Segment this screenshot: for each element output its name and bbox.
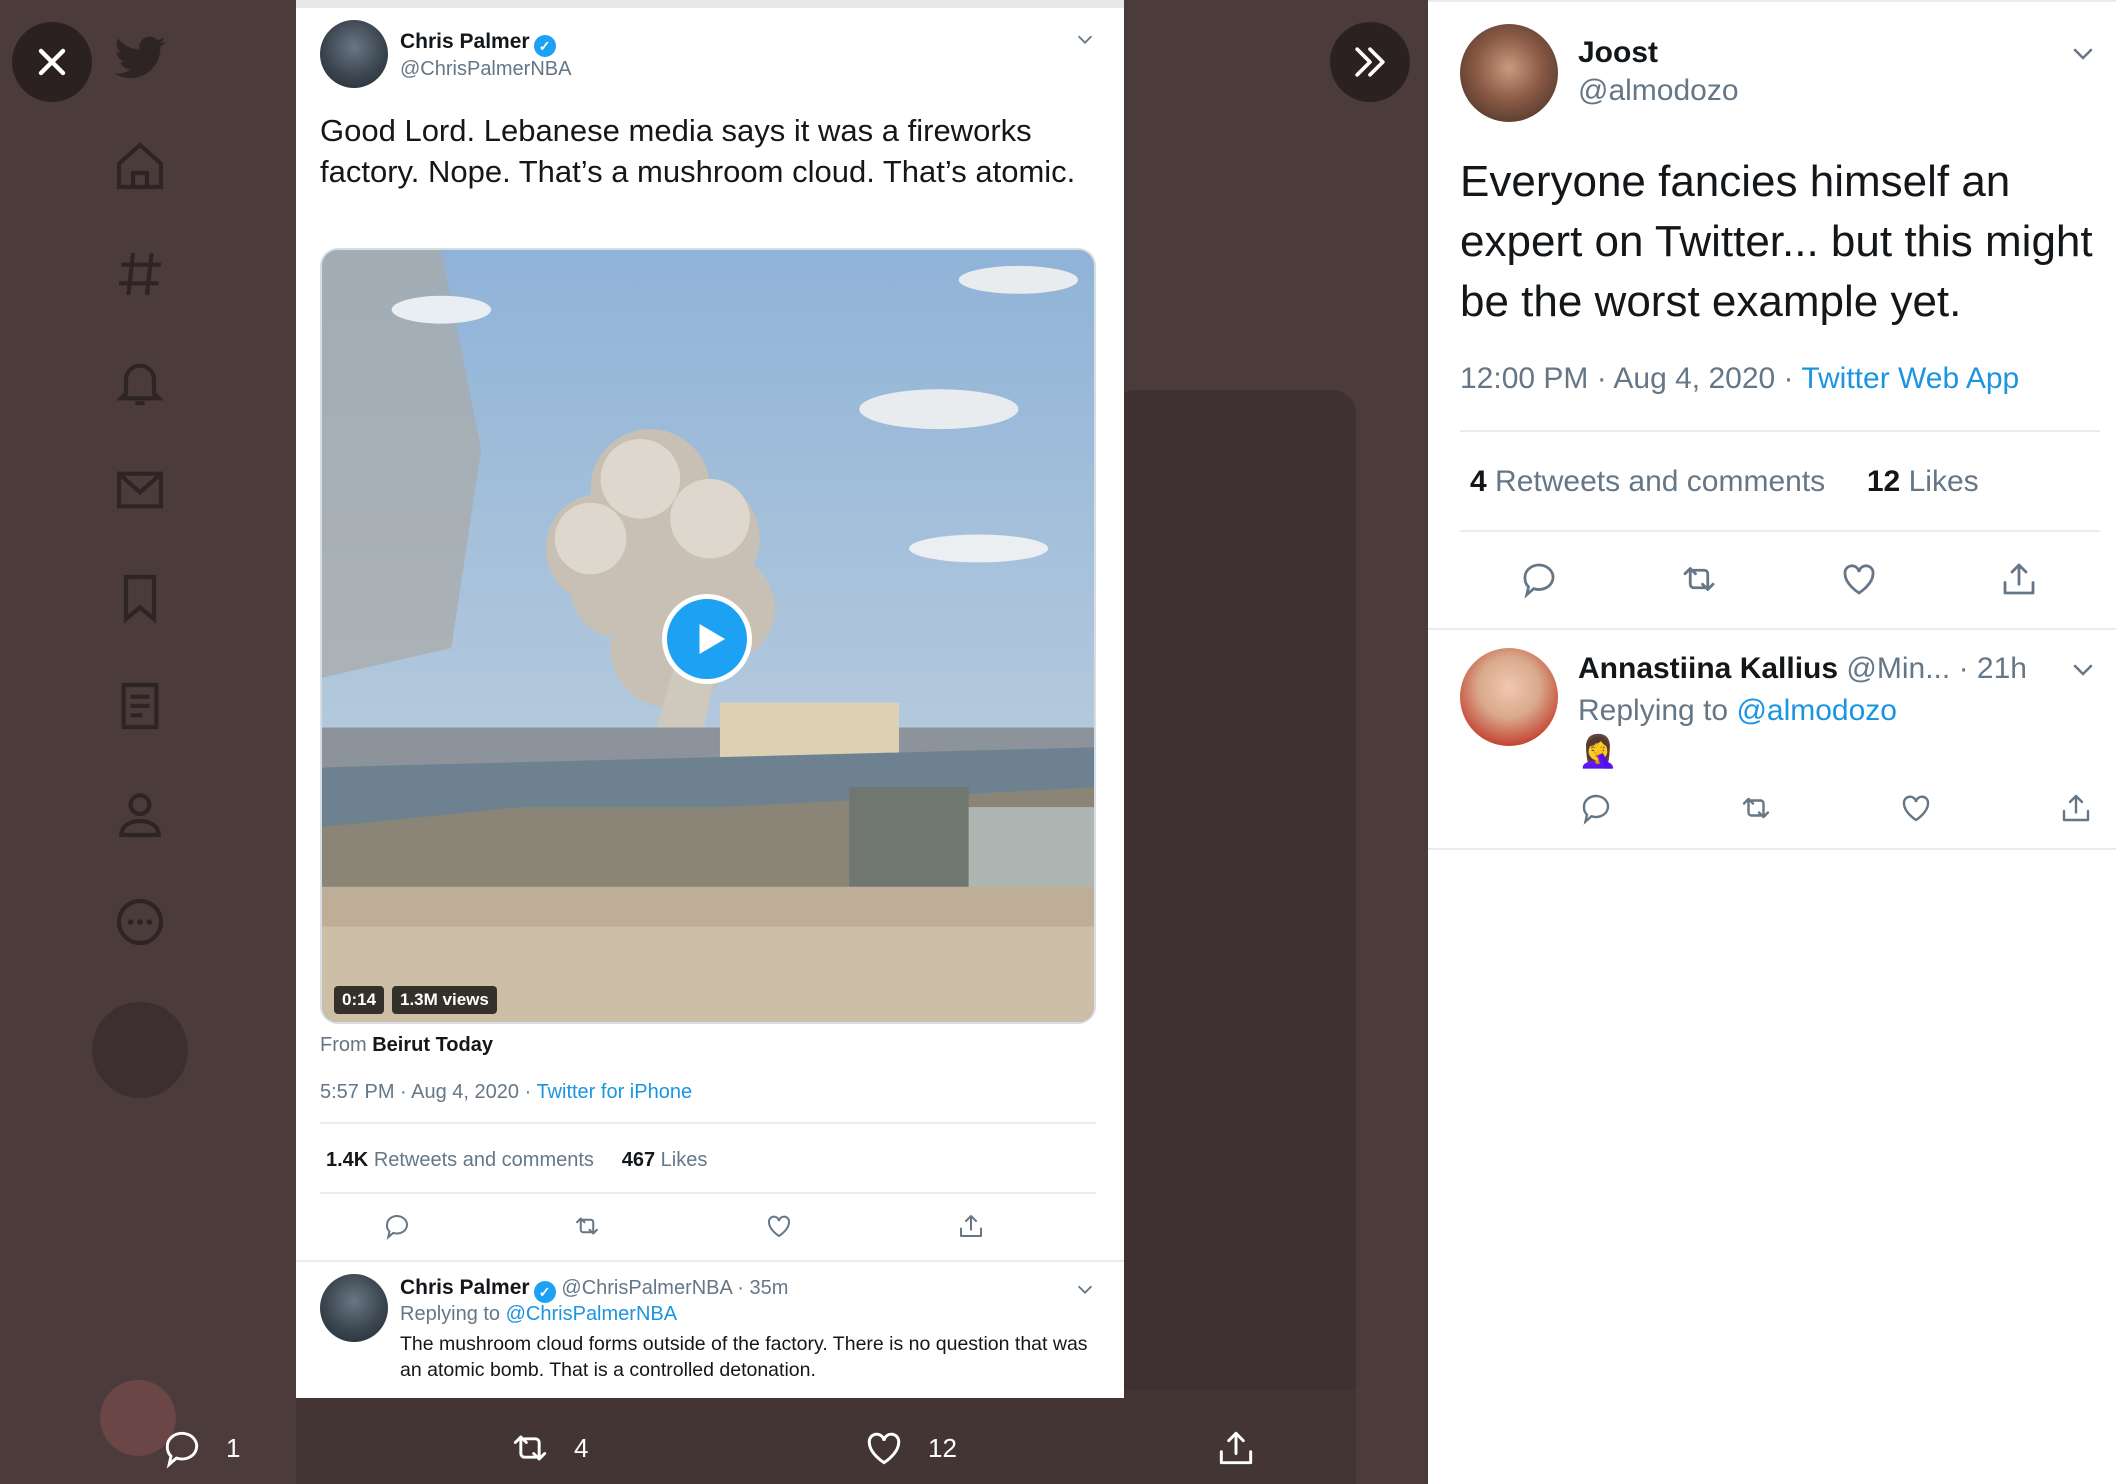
profile-icon bbox=[112, 786, 168, 842]
divider bbox=[296, 1260, 1124, 1262]
reply-author-name: Chris Palmer ✓ @ChrisPalmerNBA · 35m bbox=[400, 1276, 788, 1303]
avatar[interactable] bbox=[1460, 24, 1558, 122]
video-duration-badge: 0:14 bbox=[334, 986, 385, 1014]
share-icon[interactable] bbox=[1998, 558, 2040, 600]
replying-to-link[interactable]: @almodozo bbox=[1736, 694, 1897, 727]
verified-icon: ✓ bbox=[533, 35, 556, 57]
home-icon bbox=[112, 138, 168, 194]
share-icon bbox=[1219, 1431, 1253, 1465]
divider bbox=[320, 1192, 1096, 1194]
replying-to: Replying to @ChrisPalmerNBA bbox=[400, 1303, 678, 1325]
expand-panel-button[interactable] bbox=[1330, 22, 1410, 102]
reply-avatar bbox=[320, 1274, 388, 1342]
author-handle: @ChrisPalmerNBA bbox=[400, 58, 572, 80]
caret-down-icon[interactable] bbox=[2068, 38, 2098, 68]
verified-icon: ✓ bbox=[533, 1281, 556, 1303]
caret-down-icon bbox=[1077, 35, 1093, 44]
bookmarks-icon bbox=[112, 570, 168, 626]
tweet-timestamp: 5:57 PM · Aug 4, 2020 · Twitter for iPho… bbox=[320, 1081, 693, 1103]
dimmed-sidebar bbox=[0, 0, 280, 1484]
tweet-actions bbox=[320, 1211, 1096, 1245]
video-thumbnail[interactable]: 0:14 1.3M views bbox=[320, 248, 1096, 1024]
reply-icon bbox=[165, 1431, 199, 1469]
replying-to: Replying to @almodozo bbox=[1578, 694, 1897, 727]
reply-avatar[interactable] bbox=[1460, 648, 1558, 746]
play-icon bbox=[699, 624, 725, 654]
author-name: Chris Palmer ✓ bbox=[400, 30, 556, 57]
divider bbox=[1428, 628, 2116, 630]
likes-link[interactable]: Likes bbox=[1909, 465, 1979, 498]
source-name[interactable]: Beirut Today bbox=[372, 1034, 493, 1056]
reply-icon[interactable] bbox=[1578, 790, 1614, 826]
reply-button[interactable]: 1 bbox=[160, 1420, 240, 1476]
reply-author-handle[interactable]: @Min... bbox=[1846, 652, 1950, 685]
client-link[interactable]: Twitter Web App bbox=[1801, 362, 2019, 395]
caret-down-icon[interactable] bbox=[2068, 654, 2098, 684]
expand-icon bbox=[1355, 47, 1385, 77]
media-viewer-overlay: Chris Palmer ✓ @ChrisPalmerNBA Good Lord.… bbox=[0, 0, 1428, 1484]
divider bbox=[1460, 530, 2100, 532]
caret-down-icon bbox=[1077, 1285, 1093, 1294]
messages-mail-icon bbox=[112, 462, 168, 518]
tweet-text: Everyone fancies himself an expert on Tw… bbox=[1460, 157, 2093, 326]
like-icon[interactable] bbox=[764, 1211, 794, 1241]
more-icon bbox=[112, 894, 168, 950]
avatar bbox=[320, 20, 388, 88]
tweet-screenshot-image[interactable]: Chris Palmer ✓ @ChrisPalmerNBA Good Lord.… bbox=[296, 0, 1124, 1398]
play-button[interactable] bbox=[662, 594, 752, 684]
tweet-text: Good Lord. Lebanese media says it was a … bbox=[320, 113, 1076, 189]
like-icon[interactable] bbox=[1838, 558, 1880, 600]
video-views-badge: 1.3M views bbox=[392, 986, 497, 1014]
like-icon[interactable] bbox=[1898, 790, 1934, 826]
close-button[interactable] bbox=[12, 22, 92, 102]
tweet-timestamp: 12:00 PM · Aug 4, 2020 · Twitter Web App bbox=[1460, 362, 2020, 395]
retweet-icon bbox=[513, 1435, 547, 1461]
media-action-bar: 1 4 12 bbox=[0, 1420, 1428, 1480]
share-button[interactable] bbox=[1214, 1420, 1280, 1476]
author-name[interactable]: Joost bbox=[1578, 36, 1658, 70]
retweet-icon[interactable] bbox=[1678, 558, 1720, 600]
client-link[interactable]: Twitter for iPhone bbox=[536, 1081, 692, 1103]
tweet-stats: 4 Retweets and comments 12 Likes bbox=[1470, 465, 1979, 498]
reply-emoji: 🤦‍♀️ bbox=[1578, 733, 1618, 769]
share-icon[interactable] bbox=[956, 1211, 986, 1241]
like-icon bbox=[867, 1432, 901, 1465]
reply-header: Annastiina Kallius @Min... · 21h bbox=[1578, 652, 2027, 686]
reply-time[interactable]: · 21h bbox=[1959, 652, 2027, 685]
notifications-bell-icon bbox=[112, 354, 168, 410]
retweet-icon[interactable] bbox=[572, 1211, 602, 1241]
lists-icon bbox=[112, 678, 168, 734]
retweet-icon[interactable] bbox=[1738, 790, 1774, 826]
divider bbox=[320, 1122, 1096, 1124]
reply-text: The mushroom cloud forms outside of the … bbox=[400, 1333, 1088, 1381]
retweets-link[interactable]: Retweets and comments bbox=[1495, 465, 1825, 498]
share-icon[interactable] bbox=[2058, 790, 2094, 826]
compose-tweet-button-dimmed bbox=[92, 1002, 188, 1098]
author-handle[interactable]: @almodozo bbox=[1578, 74, 1739, 108]
dimmed-tweet-media bbox=[1112, 390, 1356, 1450]
reply-icon[interactable] bbox=[382, 1211, 412, 1241]
reply-author-name[interactable]: Annastiina Kallius bbox=[1578, 652, 1838, 685]
explore-hash-icon bbox=[112, 246, 168, 302]
reply-icon[interactable] bbox=[1518, 558, 1560, 600]
divider bbox=[1428, 848, 2116, 850]
divider bbox=[1460, 430, 2100, 432]
close-icon bbox=[38, 48, 66, 76]
tweet-detail-panel: Joost @almodozo Everyone fancies himself… bbox=[1428, 0, 2116, 1484]
video-source: From Beirut Today bbox=[320, 1034, 493, 1056]
twitter-logo-icon bbox=[112, 30, 168, 86]
retweet-button[interactable]: 4 bbox=[508, 1420, 588, 1476]
like-button[interactable]: 12 bbox=[862, 1420, 957, 1476]
tweet-stats: 1.4K Retweets and comments 467 Likes bbox=[326, 1149, 708, 1171]
